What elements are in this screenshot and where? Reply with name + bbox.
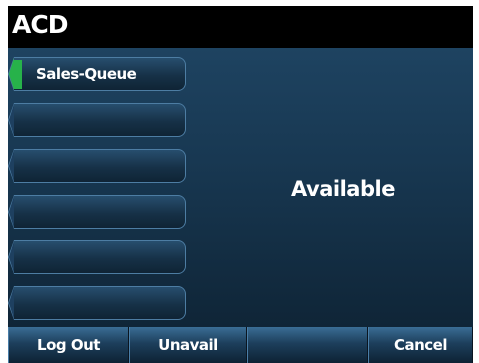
active-line-indicator xyxy=(14,60,22,89)
line-key-6[interactable] xyxy=(8,286,186,320)
cancel-softkey[interactable]: Cancel xyxy=(368,327,473,363)
line-key-4[interactable] xyxy=(8,195,186,229)
log-out-softkey[interactable]: Log Out xyxy=(8,327,129,363)
line-key-5[interactable] xyxy=(8,240,186,274)
unavail-softkey[interactable]: Unavail xyxy=(129,327,247,363)
softkey-bar: Log Out Unavail Cancel xyxy=(8,327,473,363)
title-bar: ACD xyxy=(8,6,473,48)
line-key-2[interactable] xyxy=(8,103,186,137)
line-key-label: Sales-Queue xyxy=(36,65,137,83)
phone-screen: ACD Sales-Queue Available Log Out Unavai… xyxy=(8,6,473,363)
line-key-3[interactable] xyxy=(8,149,186,183)
main-panel: Sales-Queue Available xyxy=(8,48,473,327)
line-key-sales-queue[interactable]: Sales-Queue xyxy=(8,57,186,91)
acd-status-text: Available xyxy=(291,177,395,201)
screen-title: ACD xyxy=(12,10,68,39)
empty-softkey[interactable] xyxy=(247,327,368,363)
